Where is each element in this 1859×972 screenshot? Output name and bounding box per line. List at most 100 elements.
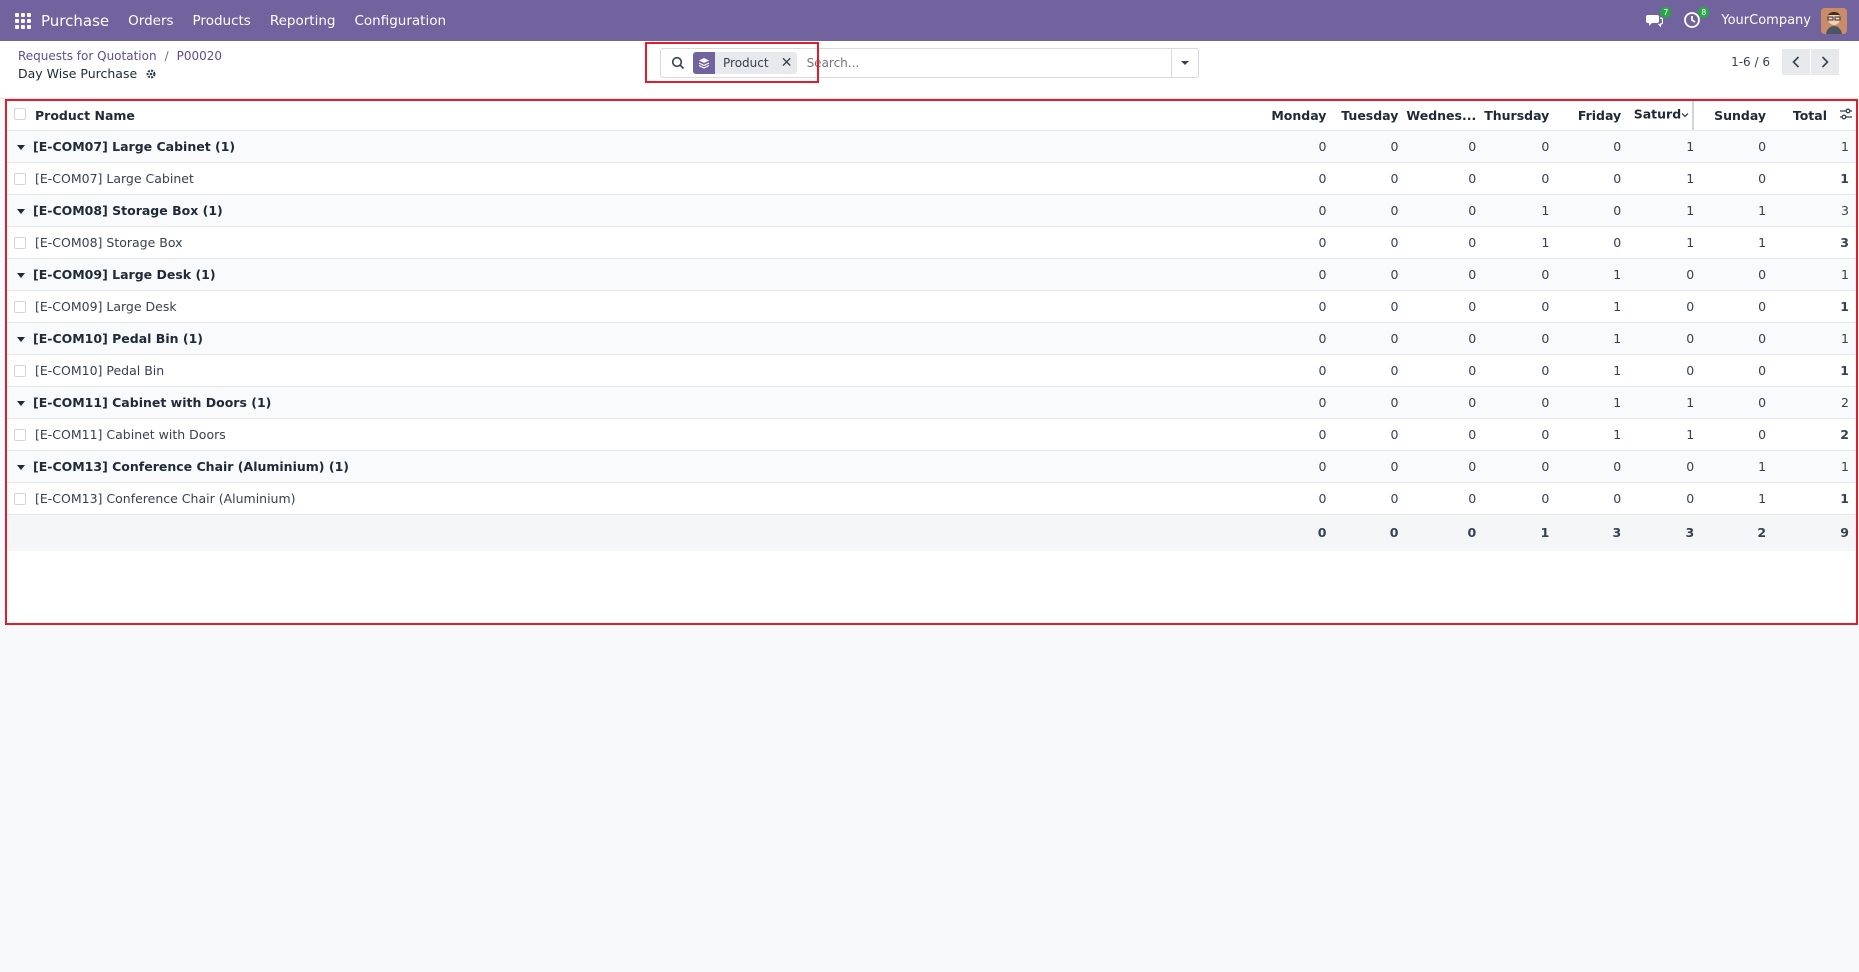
friday-cell: 0: [1557, 162, 1630, 195]
pager-value[interactable]: 1-6 / 6: [1731, 55, 1770, 69]
menu-configuration[interactable]: Configuration: [354, 13, 446, 29]
group-label-cell[interactable]: [E-COM09] Large Desk (1): [7, 258, 1252, 291]
select-all-checkbox[interactable]: [14, 108, 26, 120]
sunday-cell: 1: [1702, 482, 1775, 515]
pager-previous-button[interactable]: [1782, 49, 1810, 75]
caret-down-icon[interactable]: [17, 337, 25, 342]
table-footer-totals: 00013329: [7, 514, 1857, 551]
group-row[interactable]: [E-COM10] Pedal Bin (1) 0 0 0 0 1 0 0 1: [7, 322, 1857, 355]
group-saturday-cell: 0: [1629, 450, 1703, 483]
column-saturday[interactable]: Saturd: [1629, 100, 1702, 131]
pager-next-button[interactable]: [1811, 49, 1839, 75]
group-saturday-cell: 0: [1629, 258, 1703, 291]
app-brand[interactable]: Purchase: [41, 12, 109, 30]
row-checkbox[interactable]: [14, 365, 26, 377]
monday-cell: 0: [1251, 354, 1335, 387]
column-wednesday[interactable]: Wednes...: [1406, 100, 1484, 131]
row-checkbox[interactable]: [14, 301, 26, 313]
caret-down-icon[interactable]: [17, 465, 25, 470]
group-label-cell[interactable]: [E-COM08] Storage Box (1): [7, 194, 1252, 227]
total-cell: 3: [1774, 226, 1857, 259]
caret-down-icon[interactable]: [17, 145, 25, 150]
group-total-cell: 1: [1774, 322, 1857, 355]
product-name-cell[interactable]: [E-COM09] Large Desk: [7, 290, 1252, 323]
group-wednesday-cell: 0: [1406, 130, 1485, 163]
product-name-cell[interactable]: [E-COM13] Conference Chair (Aluminium): [7, 482, 1252, 515]
caret-down-icon[interactable]: [17, 401, 25, 406]
user-avatar[interactable]: [1821, 7, 1847, 34]
activities-clock-icon[interactable]: 8: [1683, 6, 1710, 31]
table-row[interactable]: [E-COM07] Large Cabinet 0 0 0 0 0 1 0 1: [7, 162, 1857, 195]
group-thursday-cell: 0: [1484, 322, 1558, 355]
group-row[interactable]: [E-COM07] Large Cabinet (1) 0 0 0 0 0 1 0 1: [7, 130, 1857, 163]
app-menu-icon[interactable]: [15, 12, 31, 29]
thursday-cell: 0: [1484, 162, 1558, 195]
table-row[interactable]: [E-COM08] Storage Box 0 0 0 1 0 1 1 3: [7, 226, 1857, 259]
breadcrumb-rfq[interactable]: Requests for Quotation: [18, 49, 157, 63]
column-tuesday[interactable]: Tuesday: [1334, 100, 1406, 131]
group-label-cell[interactable]: [E-COM07] Large Cabinet (1): [7, 130, 1252, 163]
product-name-cell[interactable]: [E-COM11] Cabinet with Doors: [7, 418, 1252, 451]
column-total[interactable]: Total: [1774, 100, 1857, 131]
column-thursday[interactable]: Thursday: [1484, 100, 1557, 131]
monday-cell: 0: [1251, 290, 1335, 323]
list-view: Product Name Monday Tuesday Wednes... Th…: [7, 100, 1857, 624]
group-sunday-cell: 1: [1702, 450, 1775, 483]
table-row[interactable]: [E-COM11] Cabinet with Doors 0 0 0 0 1 1 0 2: [7, 418, 1857, 451]
product-name-cell[interactable]: [E-COM10] Pedal Bin: [7, 354, 1252, 387]
total-sunday-cell: 2: [1702, 514, 1775, 551]
group-row[interactable]: [E-COM13] Conference Chair (Aluminium) (…: [7, 450, 1857, 483]
total-cell: 1: [1774, 482, 1857, 515]
company-switcher[interactable]: YourCompany: [1721, 13, 1811, 28]
menu-orders[interactable]: Orders: [128, 13, 173, 29]
group-label: [E-COM07] Large Cabinet (1): [33, 139, 236, 154]
row-checkbox[interactable]: [14, 237, 26, 249]
breadcrumb-order[interactable]: P00020: [177, 49, 222, 63]
search-options-toggle[interactable]: [1171, 49, 1198, 77]
group-wednesday-cell: 0: [1406, 386, 1485, 419]
group-row[interactable]: [E-COM09] Large Desk (1) 0 0 0 0 1 0 0 1: [7, 258, 1857, 291]
saturday-cell: 1: [1629, 162, 1703, 195]
row-checkbox[interactable]: [14, 173, 26, 185]
menu-products[interactable]: Products: [193, 13, 251, 29]
group-label-cell[interactable]: [E-COM10] Pedal Bin (1): [7, 322, 1252, 355]
saturday-cell: 0: [1629, 290, 1703, 323]
tuesday-cell: 0: [1334, 162, 1407, 195]
sunday-cell: 1: [1702, 226, 1775, 259]
column-resize-handle[interactable]: [1692, 100, 1695, 130]
menu-reporting[interactable]: Reporting: [270, 13, 336, 29]
caret-down-icon[interactable]: [17, 209, 25, 214]
column-sunday[interactable]: Sunday: [1702, 100, 1774, 131]
group-saturday-cell: 1: [1629, 194, 1703, 227]
group-label-cell[interactable]: [E-COM11] Cabinet with Doors (1): [7, 386, 1252, 419]
table-row[interactable]: [E-COM13] Conference Chair (Aluminium) 0 0…: [7, 482, 1857, 515]
page-title-row: Day Wise Purchase: [18, 66, 157, 81]
thursday-cell: 0: [1484, 354, 1558, 387]
group-label: [E-COM09] Large Desk (1): [33, 267, 216, 282]
table-row[interactable]: [E-COM09] Large Desk 0 0 0 0 1 0 0 1: [7, 290, 1857, 323]
column-product-name[interactable]: Product Name: [7, 100, 1252, 131]
friday-cell: 0: [1557, 226, 1630, 259]
group-row[interactable]: [E-COM11] Cabinet with Doors (1) 0 0 0 0 1 1 0 2: [7, 386, 1857, 419]
gear-icon[interactable]: [145, 68, 157, 80]
messages-icon[interactable]: 7: [1645, 6, 1672, 31]
product-name-cell[interactable]: [E-COM08] Storage Box: [7, 226, 1252, 259]
column-monday[interactable]: Monday: [1252, 100, 1335, 131]
caret-down-icon: [1181, 61, 1189, 65]
optional-columns-icon[interactable]: [1839, 107, 1853, 121]
search-input[interactable]: [806, 56, 1171, 70]
group-label-cell[interactable]: [E-COM13] Conference Chair (Aluminium) (…: [7, 450, 1252, 483]
tuesday-cell: 0: [1334, 226, 1407, 259]
column-friday[interactable]: Friday: [1557, 100, 1629, 131]
wednesday-cell: 0: [1406, 482, 1485, 515]
table-row[interactable]: [E-COM10] Pedal Bin 0 0 0 0 1 0 0 1: [7, 354, 1857, 387]
product-name-cell[interactable]: [E-COM07] Large Cabinet: [7, 162, 1252, 195]
table-header-row: Product Name Monday Tuesday Wednes... Th…: [7, 100, 1857, 131]
total-cell: 1: [1774, 290, 1857, 323]
row-checkbox[interactable]: [14, 429, 26, 441]
monday-cell: 0: [1251, 418, 1335, 451]
group-friday-cell: 1: [1557, 322, 1630, 355]
row-checkbox[interactable]: [14, 493, 26, 505]
group-row[interactable]: [E-COM08] Storage Box (1) 0 0 0 1 0 1 1 3: [7, 194, 1857, 227]
caret-down-icon[interactable]: [17, 273, 25, 278]
